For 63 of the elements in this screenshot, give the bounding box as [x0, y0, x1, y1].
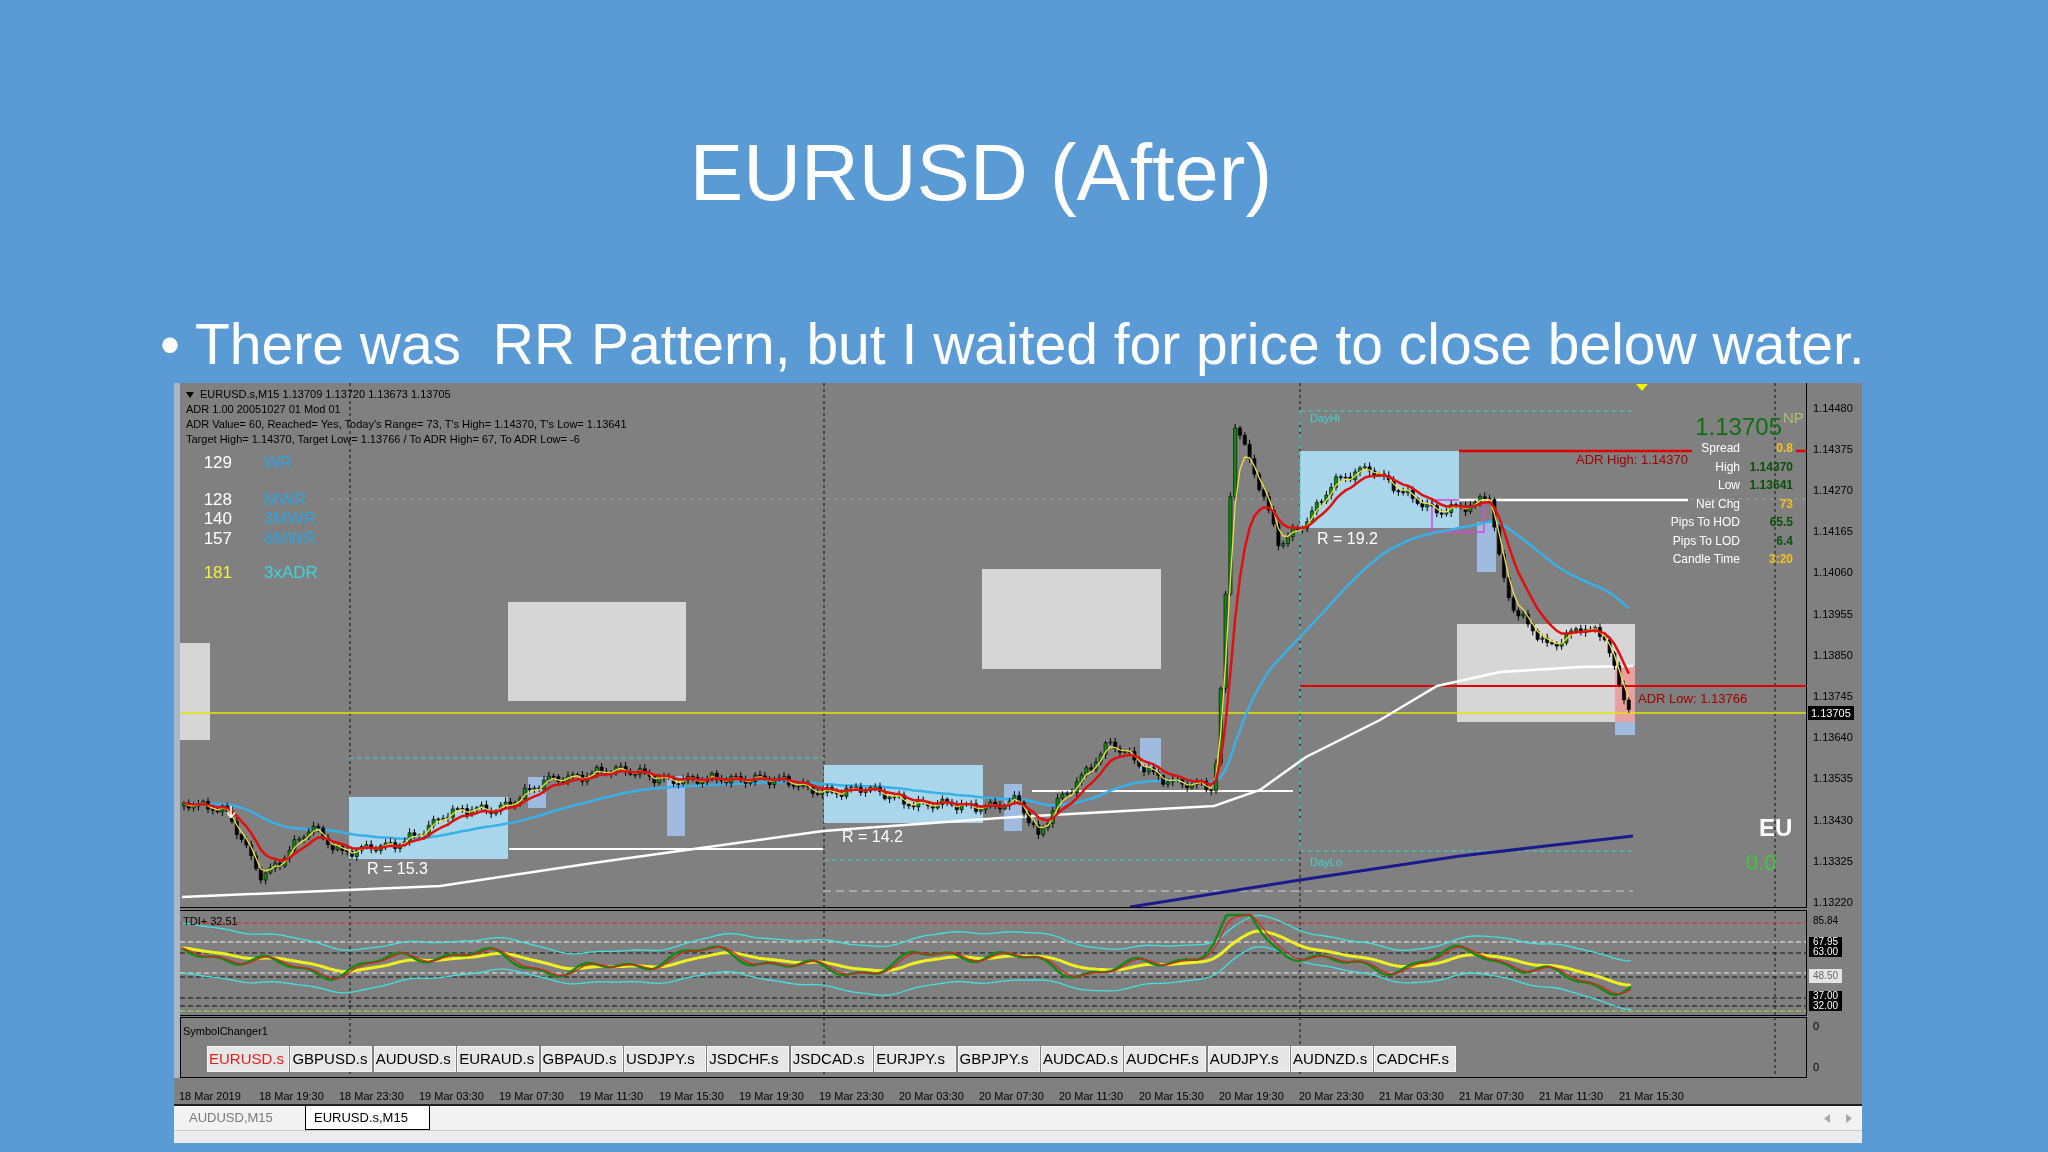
price-axis-label: 1.14375	[1813, 442, 1853, 456]
pane-axis-label: 0	[1813, 1061, 1820, 1074]
time-axis-label: 20 Mar 11:30	[1059, 1090, 1123, 1102]
time-axis-label: 18 Mar 19:30	[259, 1090, 324, 1102]
time-axis-label: 18 Mar 2019	[179, 1090, 241, 1102]
time-axis-label: 19 Mar 23:30	[819, 1090, 884, 1102]
symbol-button[interactable]: AUDNZD.s	[1291, 1046, 1374, 1072]
time-axis-label: 19 Mar 11:30	[579, 1090, 643, 1102]
price-axis-label: 1.13220	[1813, 895, 1853, 909]
time-axis-label: 20 Mar 15:30	[1139, 1090, 1204, 1102]
price-axis-label: 1.13955	[1813, 607, 1853, 621]
time-axis-label: 20 Mar 19:30	[1219, 1090, 1284, 1102]
symbol-button[interactable]: CADCHF.s	[1374, 1046, 1457, 1072]
chart-tab[interactable]: EURUSD.s,M15	[305, 1106, 430, 1130]
time-axis-label: 20 Mar 23:30	[1299, 1090, 1364, 1102]
symbol-button[interactable]: EURAUD.s	[457, 1046, 540, 1072]
scroll-left-icon[interactable]	[1824, 1113, 1830, 1123]
time-axis-label: 19 Mar 19:30	[739, 1090, 804, 1102]
price-axis-label: 1.13535	[1813, 772, 1853, 786]
bullet-marker: •	[160, 316, 181, 373]
indicator-axis-label: 63.00	[1809, 947, 1843, 957]
indicator-axis-label: 37.00	[1809, 991, 1843, 1001]
symbol-button[interactable]: AUDJPY.s	[1207, 1046, 1290, 1072]
indicator-axis-label: 48.50	[1809, 969, 1843, 983]
symbol-button[interactable]: GBPAUD.s	[540, 1046, 623, 1072]
time-axis-label: 19 Mar 15:30	[659, 1090, 724, 1102]
symbol-button[interactable]: AUDCHF.s	[1124, 1046, 1207, 1072]
indicator-title: TDI+ 32.51	[183, 914, 238, 928]
symbol-changer-title: SymbolChanger1	[183, 1024, 268, 1038]
price-axis-label: 1.13640	[1813, 731, 1853, 745]
current-price-label: 1.13705	[1808, 706, 1854, 720]
symbol-button[interactable]: AUDCAD.s	[1040, 1046, 1123, 1072]
symbol-button[interactable]: GBPJPY.s	[957, 1046, 1040, 1072]
time-axis-label: 18 Mar 23:30	[339, 1090, 404, 1102]
price-axis-label: 1.14480	[1813, 401, 1853, 415]
price-axis-label: 1.13850	[1813, 648, 1853, 662]
symbol-button[interactable]: AUDUSD.s	[373, 1046, 456, 1072]
time-axis-label: 21 Mar 07:30	[1459, 1090, 1524, 1102]
symbol-button[interactable]: JSDCAD.s	[790, 1046, 873, 1072]
price-axis-label: 1.14270	[1813, 483, 1853, 497]
symbol-button[interactable]: GBPUSD.s	[290, 1046, 373, 1072]
time-axis-label: 20 Mar 03:30	[899, 1090, 964, 1102]
price-axis-label: 1.13325	[1813, 854, 1853, 868]
time-axis-label: 21 Mar 03:30	[1379, 1090, 1444, 1102]
pane-axis-label: 0	[1813, 1020, 1820, 1033]
symbol-button[interactable]: USDJPY.s	[623, 1046, 706, 1072]
time-axis-label: 21 Mar 11:30	[1539, 1090, 1603, 1102]
symbol-button[interactable]: EURJPY.s	[874, 1046, 957, 1072]
indicator-axis-label: 32.00	[1809, 1001, 1843, 1011]
time-axis-label: 20 Mar 07:30	[979, 1090, 1044, 1102]
price-axis-label: 1.13745	[1813, 689, 1853, 703]
indicator-axis-label: 67.95	[1809, 937, 1843, 947]
chart-tab[interactable]: AUDUSD,M15	[181, 1106, 305, 1130]
symbol-button[interactable]: JSDCHF.s	[707, 1046, 790, 1072]
symbol-button[interactable]: EURUSD.s	[207, 1046, 289, 1072]
indicator-axis-label: 85.84	[1812, 915, 1840, 927]
time-axis-label: 19 Mar 07:30	[499, 1090, 564, 1102]
time-axis-label: 19 Mar 03:30	[419, 1090, 484, 1102]
price-axis-label: 1.14165	[1813, 525, 1853, 539]
scroll-right-icon[interactable]	[1846, 1113, 1852, 1123]
time-axis-label: 21 Mar 15:30	[1619, 1090, 1684, 1102]
price-axis-label: 1.14060	[1813, 566, 1853, 580]
price-axis-label: 1.13430	[1813, 813, 1853, 827]
